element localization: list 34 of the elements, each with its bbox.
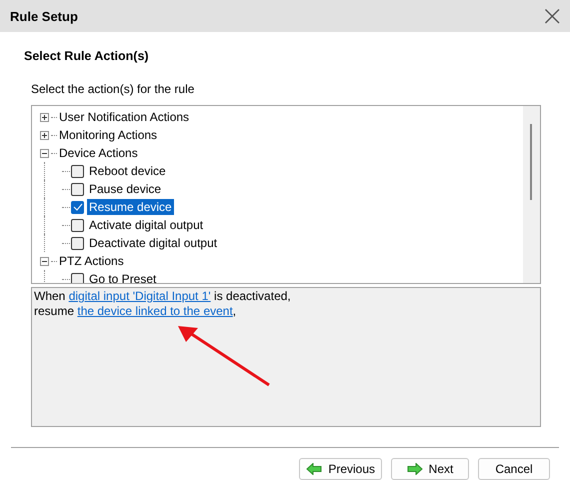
tree-item[interactable]: Pause device (87, 181, 164, 197)
tree-item[interactable]: Reboot device (87, 163, 168, 179)
tree-group[interactable]: User Notification Actions (59, 110, 190, 124)
checkbox[interactable] (71, 182, 84, 196)
tree-group[interactable]: Device Actions (59, 146, 138, 160)
expander-icon[interactable] (40, 112, 49, 122)
description-text: resume the device linked to the event, (34, 304, 238, 319)
instruction-text: Select the action(s) for the rule (31, 82, 196, 96)
expander-icon[interactable] (40, 148, 49, 158)
checkbox[interactable] (71, 272, 84, 283)
checkbox[interactable] (71, 218, 84, 232)
tree-item[interactable]: Resume device (87, 199, 174, 215)
tree-group[interactable]: Monitoring Actions (59, 128, 158, 142)
window-title: Rule Setup (10, 8, 78, 24)
tree-item[interactable]: Go to Preset (87, 271, 158, 283)
description-text: When digital input 'Digital Input 1' is deactivated, (34, 289, 292, 304)
checkbox[interactable] (71, 236, 84, 250)
right-arrow-icon (406, 463, 423, 475)
wizard-button[interactable]: Cancel (478, 458, 550, 480)
tree-item[interactable]: Activate digital output (87, 217, 206, 233)
section-heading: Select Rule Action(s) (24, 49, 150, 63)
link[interactable]: digital input 'Digital Input 1' (68, 289, 211, 303)
close-button[interactable]: × (534, 2, 570, 30)
tree-item[interactable]: Deactivate digital output (87, 235, 220, 251)
tree-group[interactable]: PTZ Actions (59, 254, 124, 268)
checkbox[interactable] (71, 164, 84, 178)
expander-icon[interactable] (40, 130, 49, 140)
wizard-button[interactable]: Next (391, 458, 469, 480)
link[interactable]: the device linked to the event (77, 304, 233, 318)
wizard-button[interactable]: Previous (299, 458, 382, 480)
checkbox[interactable] (71, 200, 84, 214)
scrollbar[interactable] (523, 106, 540, 283)
expander-icon[interactable] (40, 256, 49, 266)
left-arrow-icon (306, 463, 322, 475)
